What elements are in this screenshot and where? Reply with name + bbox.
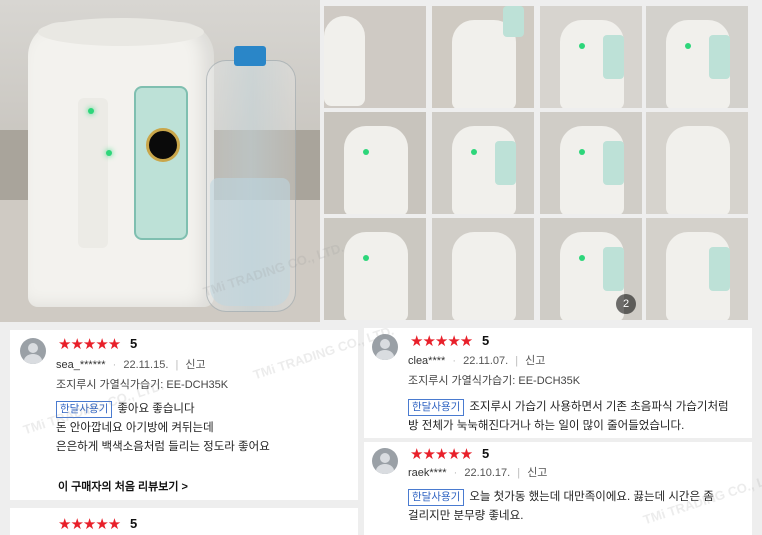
review-line: 좋아요 좋습니다 — [117, 403, 195, 415]
report-link[interactable]: 신고 — [527, 467, 547, 479]
thumbnail[interactable] — [646, 218, 748, 320]
humidifier-control-panel — [78, 98, 108, 248]
humidifier-top — [38, 18, 204, 46]
power-led — [88, 108, 94, 114]
bottle-cap — [234, 46, 266, 66]
rating-score: 5 — [482, 333, 490, 348]
thumbnail[interactable] — [540, 6, 642, 108]
thumbnail[interactable] — [432, 112, 534, 214]
thumbnail[interactable] — [646, 112, 748, 214]
thumbnail[interactable] — [324, 112, 426, 214]
mode-led — [106, 150, 112, 156]
usage-tag: 한달사용기 — [56, 401, 113, 418]
main-product-photo[interactable] — [0, 0, 320, 322]
review-card: ★★★★★ 5 raek**** · 22.10.17. | 신고 한달사용기 오… — [364, 442, 752, 535]
rating-score: 5 — [130, 336, 138, 351]
photo-count-badge: 2 — [616, 294, 636, 314]
avatar — [20, 338, 46, 364]
reviewer-id: raek**** — [408, 467, 447, 479]
rating-stars: ★★★★★ — [58, 335, 121, 353]
review-line: 방 전체가 눅눅해진다거나 하는 일이 많이 줄어들었습니다. — [408, 420, 685, 432]
rating-score: 5 — [130, 516, 138, 531]
usage-tag: 한달사용기 — [408, 489, 465, 506]
thumbnail[interactable]: 2 — [540, 218, 642, 320]
thumbnail[interactable] — [540, 112, 642, 214]
product-option: 조지루시 가열식가습기: EE-DCH35K — [408, 375, 581, 387]
reviewer-id: clea**** — [408, 355, 446, 367]
review-line: 조지루시 가습기 사용하면서 기존 초음파식 가습기처럼 — [469, 401, 729, 413]
thumbnail[interactable] — [432, 218, 534, 320]
avatar — [372, 334, 398, 360]
review-card: ★★★★★ 5 sea_****** · 22.11.15. | 신고 조지루시… — [10, 330, 358, 500]
review-card: ★★★★★ 5 clea**** · 22.11.07. | 신고 조지루시 가… — [364, 328, 752, 438]
report-link[interactable]: 신고 — [525, 355, 545, 367]
thumbnail[interactable] — [646, 6, 748, 108]
review-line: 오늘 첫가동 했는데 대만족이에요. 끓는데 시간은 좀 — [469, 491, 714, 503]
first-review-link[interactable]: 이 구매자의 처음 리뷰보기 > — [58, 478, 188, 494]
review-line: 걸리지만 분무량 좋네요. — [408, 510, 524, 522]
thumbnail[interactable] — [324, 218, 426, 320]
rating-score: 5 — [482, 446, 490, 461]
sticker-logo-icon — [146, 128, 180, 162]
product-option: 조지루시 가열식가습기: EE-DCH35K — [56, 379, 229, 391]
review-body: 한달사용기 좋아요 좋습니다 돈 안아깝네요 아기방에 켜뒤는데 은은하게 백색소… — [56, 400, 270, 457]
review-meta: clea**** · 22.11.07. | 신고 — [408, 355, 546, 367]
review-meta: sea_****** · 22.11.15. | 신고 — [56, 359, 206, 371]
promo-sticker — [134, 86, 188, 240]
rating-stars: ★★★★★ — [410, 445, 473, 463]
usage-tag: 한달사용기 — [408, 399, 465, 416]
review-date: 22.10.17. — [464, 467, 511, 479]
rating-stars: ★★★★★ — [410, 332, 473, 350]
rating-stars: ★★★★★ — [58, 515, 121, 533]
report-link[interactable]: 신고 — [185, 359, 205, 371]
review-date: 22.11.15. — [123, 359, 169, 371]
bottle-water — [210, 178, 290, 306]
review-date: 22.11.07. — [463, 355, 509, 367]
reviewer-id: sea_****** — [56, 359, 106, 371]
review-line: 돈 안아깝네요 아기방에 켜뒤는데 — [56, 422, 214, 434]
review-body: 한달사용기 오늘 첫가동 했는데 대만족이에요. 끓는데 시간은 좀 걸리지만 분… — [408, 488, 714, 526]
review-line: 은은하게 백색소음처럼 들리는 정도라 좋어요 — [56, 441, 270, 453]
review-body: 한달사용기 조지루시 가습기 사용하면서 기존 초음파식 가습기처럼 방 전체가 … — [408, 398, 729, 436]
review-meta: raek**** · 22.10.17. | 신고 — [408, 467, 548, 479]
review-card: ★★★★★ 5 — [10, 508, 358, 535]
avatar — [372, 448, 398, 474]
thumbnail[interactable] — [324, 6, 426, 108]
thumbnail[interactable] — [432, 6, 534, 108]
